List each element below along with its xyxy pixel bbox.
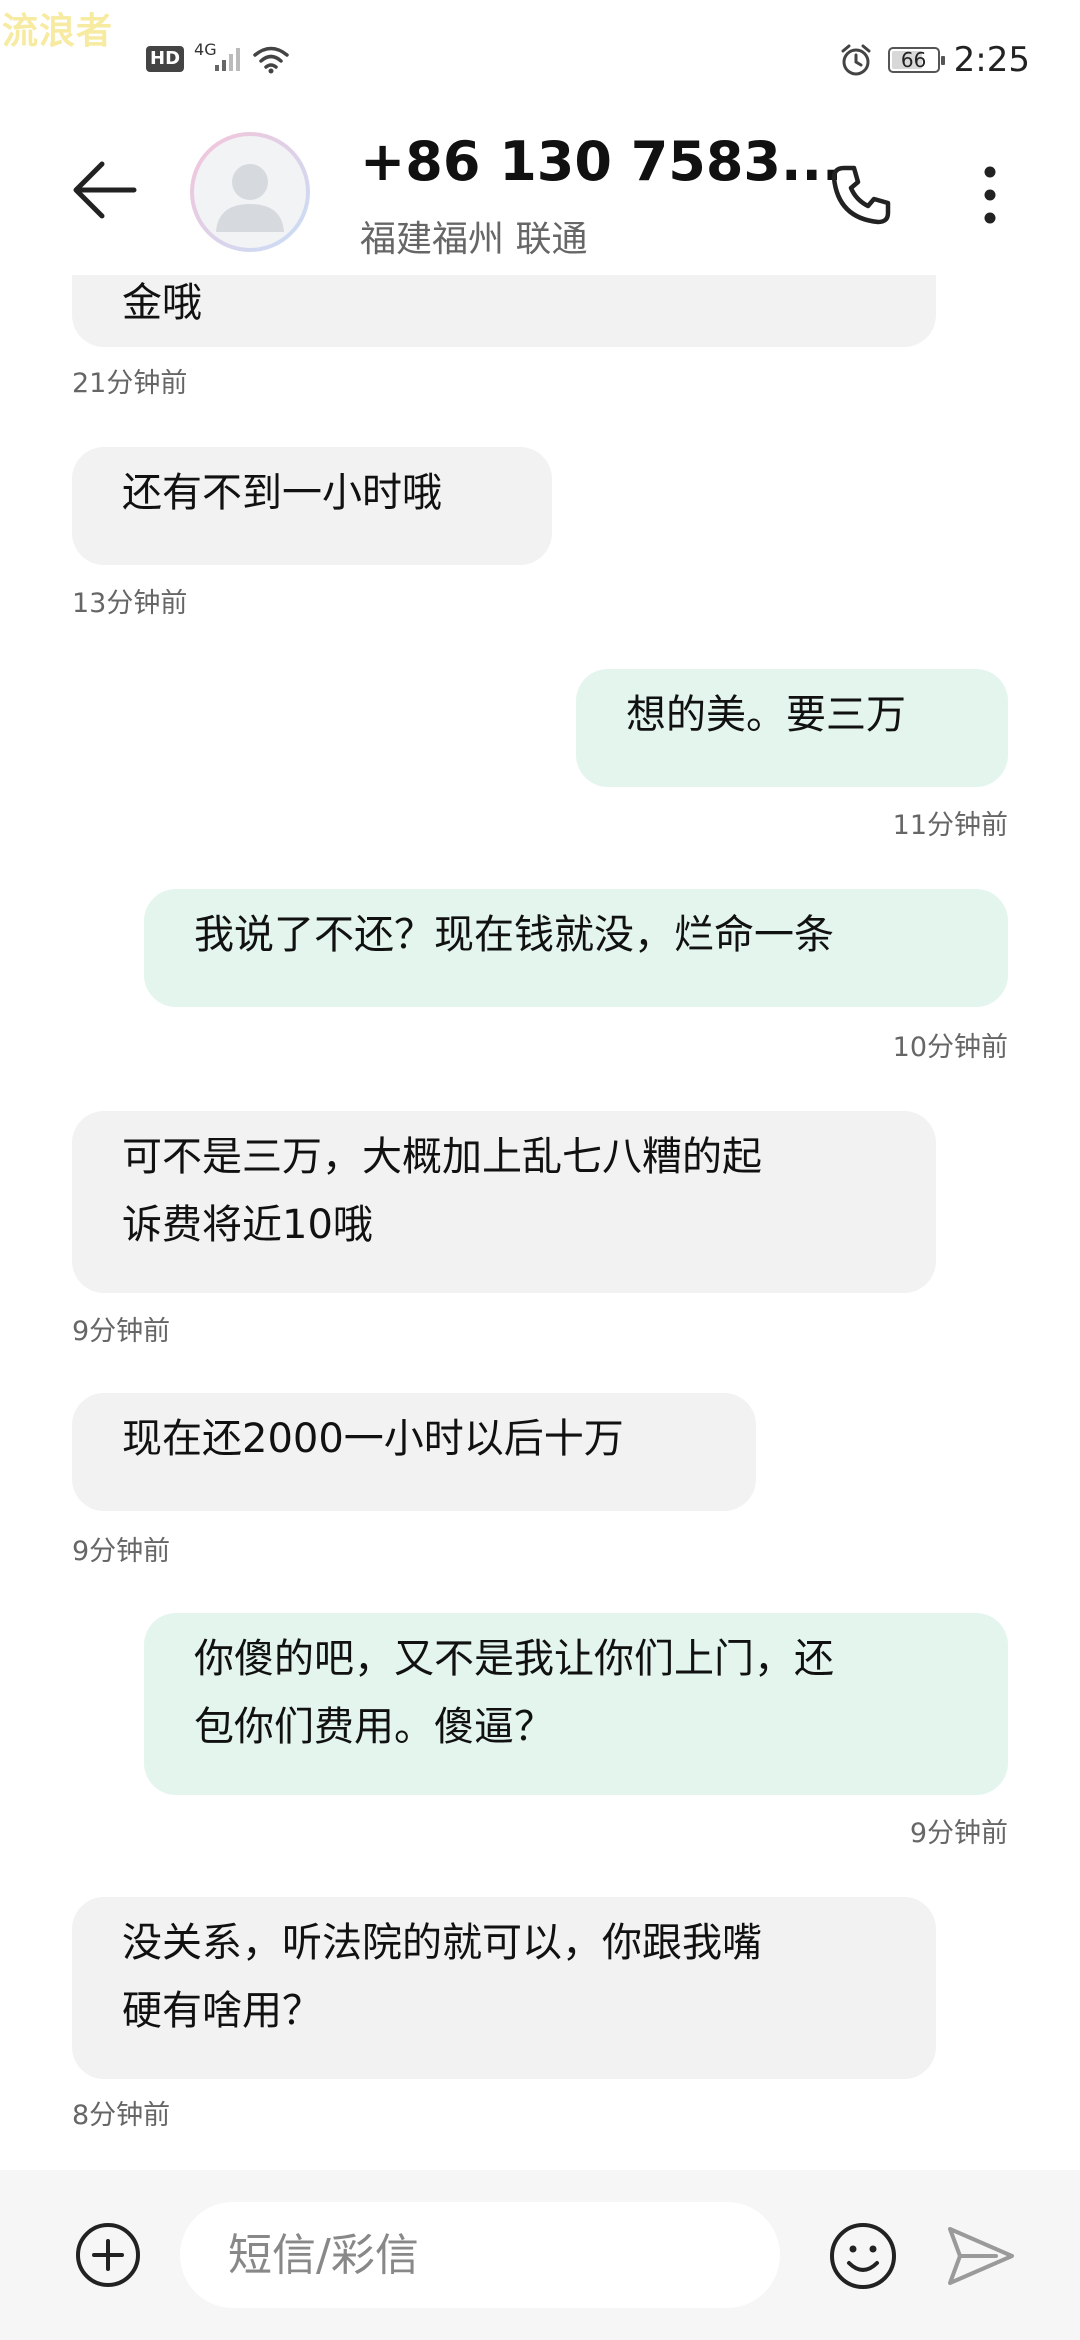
message-bubble[interactable]: 想的美。要三万 [576, 669, 1008, 787]
send-icon[interactable] [946, 2221, 1016, 2291]
message-text: 想的美。要三万 [626, 692, 906, 738]
alarm-icon [841, 44, 871, 76]
message-incoming: 还有不到一小时哦 [72, 447, 552, 565]
phone-icon[interactable] [826, 160, 896, 230]
message-text: 现在还2000一小时以后十万 [122, 1416, 624, 1462]
message-outgoing: 我说了不还？现在钱就没，烂命一条 [144, 889, 1008, 1007]
status-left: HD 4G [146, 40, 291, 74]
message-text: 金哦 [122, 280, 202, 326]
back-arrow-icon[interactable] [64, 150, 144, 230]
network-type: 4G [194, 39, 217, 59]
message-text: 你傻的吧，又不是我让你们上门，还 [194, 1636, 834, 1682]
message-text: 没关系，听法院的就可以，你跟我嘴 [122, 1920, 762, 1966]
message-text: 硬有啥用？ [122, 1988, 322, 2034]
message-time: 9分钟前 [72, 1536, 171, 1567]
message-bubble[interactable]: 金哦 [72, 275, 936, 347]
message-time: 9分钟前 [72, 1316, 171, 1347]
message-time: 13分钟前 [72, 588, 188, 619]
contact-location: 福建福州 联通 [360, 219, 588, 260]
message-time: 21分钟前 [72, 368, 188, 399]
hd-badge: HD [146, 46, 185, 72]
message-time: 9分钟前 [909, 1818, 1008, 1849]
contact-name[interactable]: +86 130 7583... [360, 130, 843, 193]
message-bubble[interactable]: 可不是三万，大概加上乱七八糟的起 诉费将近10哦 [72, 1111, 936, 1293]
add-circle-icon[interactable] [74, 2221, 142, 2289]
battery-icon: 66 [887, 47, 945, 73]
conversation-header: +86 130 7583... 福建福州 联通 [0, 110, 1080, 275]
message-input[interactable] [180, 2202, 780, 2308]
message-list[interactable]: 金哦 21分钟前 还有不到一小时哦 13分钟前 想的美。要三万 11分钟前 我说… [0, 275, 1080, 2170]
message-bubble[interactable]: 还有不到一小时哦 [72, 447, 552, 565]
message-time: 11分钟前 [892, 810, 1008, 841]
message-text: 诉费将近10哦 [122, 1202, 373, 1248]
more-vertical-icon[interactable] [960, 160, 1020, 230]
message-incoming: 没关系，听法院的就可以，你跟我嘴 硬有啥用？ [72, 1897, 936, 2079]
message-incoming: 可不是三万，大概加上乱七八糟的起 诉费将近10哦 [72, 1111, 936, 1293]
message-text: 包你们费用。傻逼？ [194, 1704, 554, 1750]
message-text: 可不是三万，大概加上乱七八糟的起 [122, 1134, 762, 1180]
clock: 2:25 [953, 40, 1030, 80]
message-bubble[interactable]: 没关系，听法院的就可以，你跟我嘴 硬有啥用？ [72, 1897, 936, 2079]
status-right: 66 2:25 [838, 40, 1030, 80]
emoji-icon[interactable] [828, 2221, 898, 2291]
message-text: 还有不到一小时哦 [122, 470, 442, 516]
message-outgoing: 想的美。要三万 [576, 669, 1008, 787]
wifi-icon [252, 46, 289, 74]
message-bubble[interactable]: 现在还2000一小时以后十万 [72, 1393, 756, 1511]
message-time: 10分钟前 [892, 1032, 1008, 1063]
message-bubble[interactable]: 你傻的吧，又不是我让你们上门，还 包你们费用。傻逼？ [144, 1613, 1008, 1795]
message-outgoing: 你傻的吧，又不是我让你们上门，还 包你们费用。傻逼？ [144, 1613, 1008, 1795]
signal-icon [214, 48, 240, 71]
battery-level: 66 [900, 48, 927, 72]
compose-bar [0, 2170, 1080, 2340]
message-time: 8分钟前 [72, 2100, 171, 2131]
message-incoming: 金哦 [72, 275, 936, 347]
avatar[interactable] [190, 132, 310, 252]
avatar-icon [194, 136, 306, 248]
message-incoming: 现在还2000一小时以后十万 [72, 1393, 756, 1511]
message-bubble[interactable]: 我说了不还？现在钱就没，烂命一条 [144, 889, 1008, 1007]
status-bar: HD 4G 66 2:25 [0, 0, 1080, 110]
message-text: 我说了不还？现在钱就没，烂命一条 [194, 912, 834, 958]
